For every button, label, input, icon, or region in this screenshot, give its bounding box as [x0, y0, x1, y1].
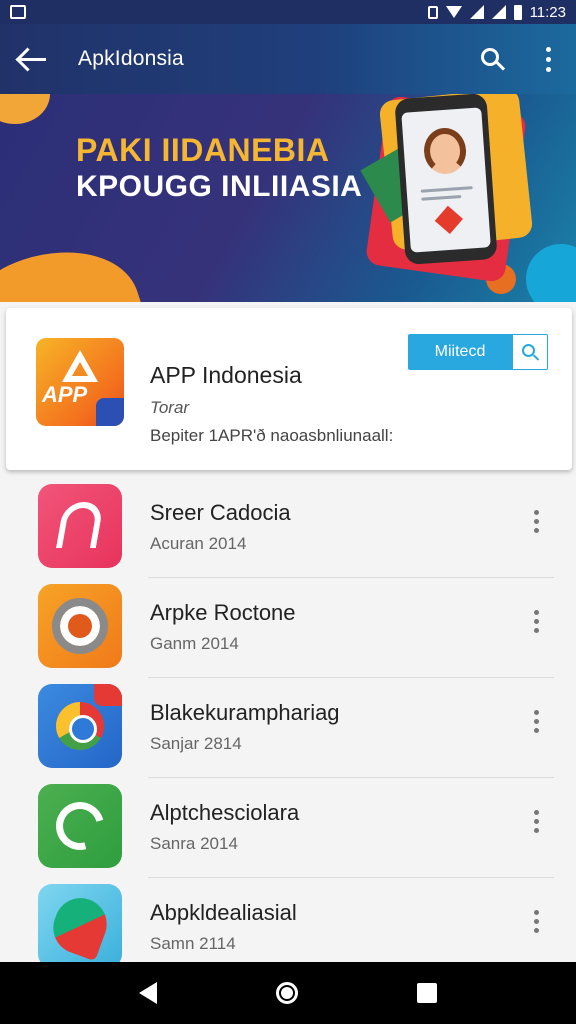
item-more-button[interactable]: [524, 610, 548, 638]
app-bar: ApkIdonsia: [0, 24, 576, 94]
text-line: [420, 186, 473, 193]
status-time: 11:23: [529, 3, 566, 21]
promo-banner[interactable]: PAKI IIDANEBIA KPOUGG INLIIASIA: [0, 94, 576, 302]
orange-ring-icon: [38, 584, 122, 668]
chrome-icon: [38, 684, 122, 768]
banner-cyan-shape: [526, 244, 576, 302]
search-icon: [522, 344, 535, 357]
item-more-button[interactable]: [524, 810, 548, 838]
icon-badge: [96, 398, 124, 426]
banner-orange-shape: [0, 229, 155, 302]
red-diamond-icon: [434, 205, 463, 235]
nav-back-icon[interactable]: [139, 982, 158, 1004]
search-icon: [481, 48, 499, 66]
featured-app-name: APP Indonesia: [150, 362, 302, 388]
status-bar: 11:23: [0, 0, 576, 24]
shield-icon: [38, 884, 122, 968]
item-more-button[interactable]: [524, 910, 548, 938]
phone-illustration: [394, 94, 498, 266]
featured-app-description: Bepiter 1APR'ð naoasbnliunaall:: [150, 426, 394, 445]
screenshot-notification-icon: [10, 5, 26, 19]
app-name: Arpke Roctone: [150, 600, 296, 625]
signal-icon-2: [491, 5, 506, 19]
vibrate-icon: [427, 5, 438, 19]
phone-screen: [401, 107, 491, 253]
green-loop-icon: [38, 784, 122, 868]
list-item[interactable]: Blakekuramphariag Sanjar 2814: [0, 678, 576, 778]
install-button[interactable]: Miitecd: [408, 334, 512, 370]
battery-icon: [513, 4, 522, 20]
app-bar-actions: [464, 31, 576, 87]
signal-icon: [469, 5, 484, 19]
app-list: Sreer Cadocia Acuran 2014 Arpke Roctone …: [0, 478, 576, 978]
app-date: Acuran 2014: [150, 534, 247, 553]
banner-orange-shape-top: [0, 94, 50, 124]
nav-recents-icon[interactable]: [416, 983, 437, 1003]
page-title: ApkIdonsia: [78, 47, 184, 70]
list-item[interactable]: Sreer Cadocia Acuran 2014: [0, 478, 576, 578]
icon-text: APP: [42, 382, 88, 407]
status-icons: 11:23: [427, 3, 566, 21]
app-date: Sanjar 2814: [150, 734, 242, 753]
app-name: Abpkldealiasial: [150, 900, 297, 925]
wifi-icon: [445, 6, 462, 18]
app-date: Sanra 2014: [150, 834, 238, 853]
nav-home-icon[interactable]: [275, 982, 298, 1004]
system-nav-bar: [0, 962, 576, 1024]
overflow-menu-button[interactable]: [520, 31, 576, 87]
item-more-button[interactable]: [524, 710, 548, 738]
apk-logo-icon: [62, 350, 98, 382]
featured-search-button[interactable]: [512, 334, 548, 370]
list-item[interactable]: Arpke Roctone Ganm 2014: [0, 578, 576, 678]
banner-subheadline: KPOUGG INLIIASIA: [76, 170, 363, 203]
featured-app-card[interactable]: APP APP Indonesia Torar Bepiter 1APR'ð n…: [6, 308, 572, 470]
more-vert-icon: [545, 46, 551, 72]
pink-a-icon: [38, 484, 122, 568]
arrow-left-icon: [20, 57, 46, 61]
app-date: Ganm 2014: [150, 634, 239, 653]
app-date: Samn 2114: [150, 934, 236, 953]
back-button[interactable]: [0, 24, 66, 94]
list-item[interactable]: Alptchesciolara Sanra 2014: [0, 778, 576, 878]
app-name: Alptchesciolara: [150, 800, 300, 825]
app-name: Sreer Cadocia: [150, 500, 291, 525]
banner-headline: PAKI IIDANEBIA: [76, 132, 330, 168]
banner-phone-illustration: [360, 94, 534, 284]
text-line: [421, 194, 462, 201]
avatar-illustration: [422, 126, 468, 176]
featured-app-subtitle: Torar: [150, 398, 190, 417]
app-name: Blakekuramphariag: [150, 700, 340, 725]
item-more-button[interactable]: [524, 510, 548, 538]
featured-app-icon: APP: [36, 338, 124, 426]
search-button[interactable]: [464, 31, 520, 87]
